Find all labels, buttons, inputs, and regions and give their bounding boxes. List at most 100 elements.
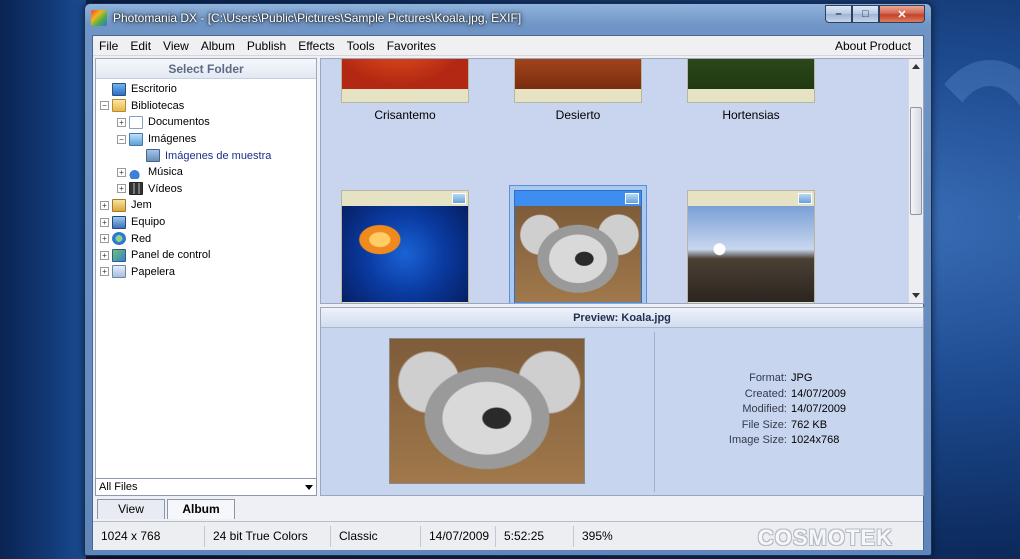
pictures-icon	[129, 132, 143, 146]
video-icon	[129, 182, 143, 196]
tree-item[interactable]: Imágenes de muestra	[96, 147, 316, 164]
tree-item[interactable]: + Vídeos	[96, 181, 316, 198]
status-dimensions: 1024 x 768	[93, 525, 205, 547]
close-icon: ✕	[897, 8, 907, 21]
desktop-background-left	[0, 0, 86, 559]
close-button[interactable]: ✕	[879, 5, 925, 23]
maximize-button[interactable]: □	[852, 5, 879, 23]
expand-icon[interactable]: +	[117, 167, 126, 177]
metadata-value: 14/07/2009	[791, 403, 847, 415]
menu-effects[interactable]: Effects	[292, 36, 340, 56]
image-type-icon	[625, 193, 639, 204]
app-window: Photomania DX - [C:\Users\Public\Picture…	[84, 3, 932, 556]
thumbnail-image	[688, 206, 814, 302]
menu-edit[interactable]: Edit	[124, 36, 157, 56]
tree-item[interactable]: + Música	[96, 164, 316, 181]
menu-tools[interactable]: Tools	[341, 36, 381, 56]
cosmotek-logo: COSMOTEK	[757, 525, 893, 550]
metadata-key: Image Size:	[728, 434, 787, 446]
tree-item[interactable]: + Equipo	[96, 214, 316, 231]
metadata-value: 14/07/2009	[791, 387, 847, 400]
preview-image	[389, 338, 585, 484]
thumbnail-caption-text: Hortensias	[722, 108, 780, 122]
collapse-icon[interactable]: −	[100, 101, 109, 111]
image-type-icon	[452, 193, 466, 204]
status-date: 14/07/2009	[421, 525, 496, 547]
tree-item[interactable]: − Imágenes	[96, 131, 316, 148]
tree-item[interactable]: + Jem	[96, 197, 316, 214]
folder-panel-header: Select Folder	[96, 59, 316, 79]
tree-item-label: Equipo	[131, 216, 166, 229]
tree-item[interactable]: + Red	[96, 230, 316, 247]
preview-panel: Preview: Koala.jpg Format: JPG Created: 14/…	[320, 307, 924, 496]
tree-item[interactable]: Escritorio	[96, 81, 316, 98]
tree-item-label: Bibliotecas	[131, 99, 185, 112]
thumbnail-image	[515, 59, 641, 89]
computer-icon	[112, 215, 126, 229]
image-metadata: Format: JPG Created: 14/07/2009 Modified: 14/…	[661, 372, 917, 450]
chevron-down-icon	[305, 485, 313, 490]
recycle-bin-icon	[112, 265, 126, 279]
file-filter-dropdown[interactable]: All Files	[95, 478, 317, 496]
menu-album[interactable]: Album	[195, 36, 241, 56]
menu-bar: File Edit View Album Publish Effects Too…	[93, 36, 923, 56]
expand-icon[interactable]: +	[100, 217, 109, 227]
minimize-icon: –	[835, 8, 842, 20]
thumbnail-caption-text: Desierto	[555, 108, 601, 122]
tree-item-label: Panel de control	[131, 249, 211, 262]
status-bar: 1024 x 768 24 bit True Colors Classic 14…	[93, 521, 923, 550]
menu-publish[interactable]: Publish	[241, 36, 292, 56]
tab-view[interactable]: View	[97, 499, 165, 519]
metadata-row: Modified: 14/07/2009	[661, 403, 917, 419]
thumbnail-caption: Hortensias	[687, 108, 815, 122]
menu-about-product[interactable]: About Product	[829, 36, 917, 56]
tree-item[interactable]: − Bibliotecas	[96, 98, 316, 115]
music-icon	[129, 165, 143, 179]
tree-item-label: Imágenes	[148, 133, 197, 146]
menu-favorites[interactable]: Favorites	[381, 36, 442, 56]
title-bar[interactable]: Photomania DX - [C:\Users\Public\Picture…	[85, 4, 931, 32]
network-icon	[112, 232, 126, 246]
scroll-down-icon[interactable]	[912, 293, 920, 298]
expand-icon[interactable]: +	[117, 117, 126, 127]
expand-icon[interactable]: +	[100, 250, 109, 260]
metadata-row: Image Size: 1024x768	[661, 434, 917, 450]
desktop-background-swoosh	[920, 60, 1020, 260]
scroll-up-icon[interactable]	[912, 64, 920, 69]
expand-icon[interactable]: +	[117, 184, 126, 194]
minimize-button[interactable]: –	[825, 5, 852, 23]
window-controls: – □ ✕	[825, 5, 925, 23]
status-color-depth: 24 bit True Colors	[205, 525, 331, 547]
client-area: File Edit View Album Publish Effects Too…	[92, 35, 924, 550]
metadata-row: Format: JPG	[661, 372, 917, 388]
thumbnail-image	[688, 59, 814, 89]
tab-album[interactable]: Album	[167, 499, 235, 519]
app-logo-icon	[91, 10, 107, 26]
folder-tree: Escritorio − Bibliotecas + Documentos − Imágen…	[96, 79, 316, 280]
document-icon	[129, 115, 143, 129]
tree-item[interactable]: + Papelera	[96, 264, 316, 281]
tree-item-label: Imágenes de muestra	[165, 149, 272, 162]
thumbnail-caption: Crisantemo	[341, 108, 469, 122]
tree-item[interactable]: + Documentos	[96, 114, 316, 131]
tree-item-label: Red	[131, 232, 152, 245]
menu-view[interactable]: View	[157, 36, 195, 56]
maximize-icon: □	[862, 8, 869, 20]
status-time: 5:52:25	[496, 525, 574, 547]
thumbnail-caption: Desierto	[514, 108, 642, 122]
thumbnail-grid: FaroKoalaMedusaHortensiasDesiertoCrisant…	[320, 58, 924, 304]
expand-icon[interactable]: +	[100, 267, 109, 277]
tree-item[interactable]: + Panel de control	[96, 247, 316, 264]
expand-icon[interactable]: +	[100, 234, 109, 244]
scrollbar-thumb[interactable]	[910, 107, 922, 215]
tree-item-label: Vídeos	[148, 182, 183, 195]
menu-file[interactable]: File	[93, 36, 124, 56]
expand-icon[interactable]: +	[100, 200, 109, 210]
folder-panel: Select Folder Escritorio − Bibliotecas + Doc…	[95, 58, 317, 496]
collapse-icon[interactable]: −	[117, 134, 126, 144]
metadata-key: Format:	[749, 372, 787, 384]
control-panel-icon	[112, 248, 126, 262]
mode-tabs: View Album	[95, 499, 925, 519]
thumbnail-scrollbar[interactable]	[908, 59, 923, 303]
